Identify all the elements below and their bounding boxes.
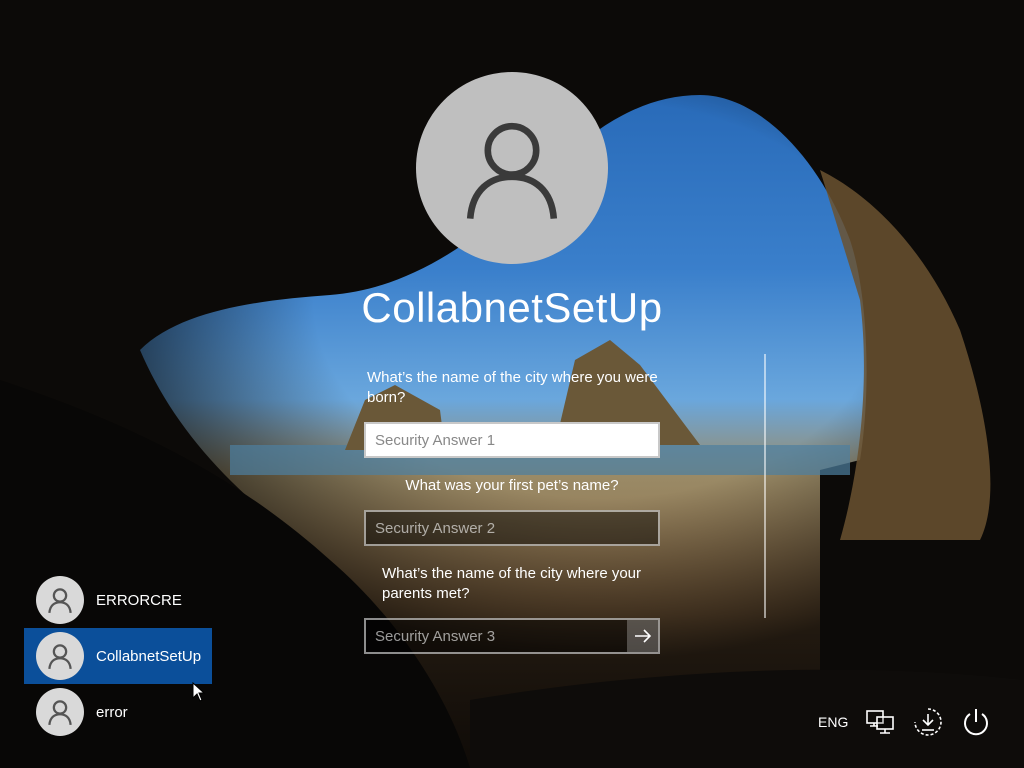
account-name: ERRORCRE <box>96 591 182 609</box>
network-icon[interactable] <box>864 706 896 738</box>
user-silhouette-icon <box>466 122 558 219</box>
security-answer-1-input[interactable] <box>364 422 660 458</box>
security-answer-2-input[interactable] <box>364 510 660 546</box>
security-question-1: What’s the name of the city where you we… <box>367 369 658 406</box>
ease-of-access-icon[interactable] <box>912 706 944 738</box>
user-silhouette-icon <box>48 588 72 614</box>
user-avatar <box>416 72 608 264</box>
account-item[interactable]: ERRORCRE <box>24 572 212 628</box>
user-silhouette-icon <box>48 700 72 726</box>
account-item-selected[interactable]: CollabnetSetUp <box>24 628 212 684</box>
panel-divider <box>764 354 766 618</box>
account-avatar <box>36 576 84 624</box>
security-answer-3-input[interactable] <box>364 618 660 654</box>
account-item[interactable]: error <box>24 684 212 740</box>
language-indicator[interactable]: ENG <box>818 714 848 730</box>
account-avatar <box>36 632 84 680</box>
security-question-2: What was your first pet’s name? <box>405 477 619 494</box>
user-name: CollabnetSetUp <box>361 284 663 331</box>
power-icon[interactable] <box>960 706 992 738</box>
arrow-right-icon <box>634 629 651 643</box>
security-question-3: What’s the name of the city where your p… <box>382 565 642 602</box>
account-name: error <box>96 703 128 721</box>
mouse-cursor-icon <box>192 682 206 702</box>
user-silhouette-icon <box>48 644 72 670</box>
account-avatar <box>36 688 84 736</box>
account-name: CollabnetSetUp <box>96 647 202 665</box>
submit-button[interactable] <box>627 620 658 652</box>
